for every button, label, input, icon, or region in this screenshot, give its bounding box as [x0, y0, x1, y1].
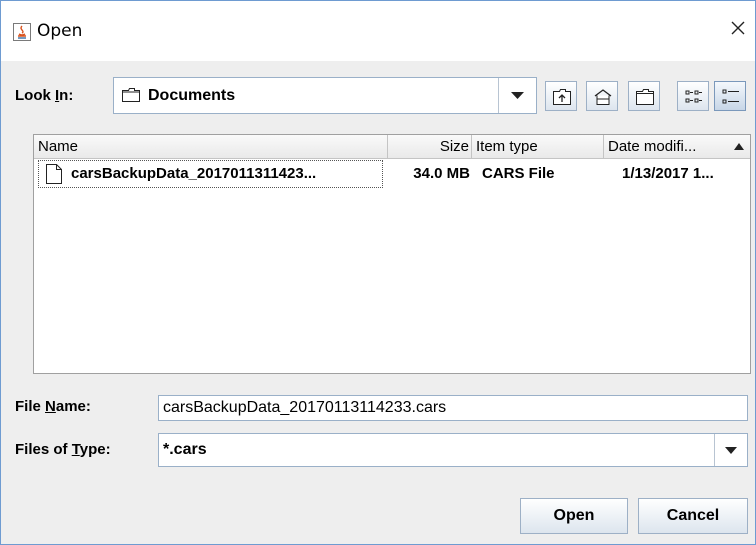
file-name-cell[interactable]: carsBackupData_2017011311423...: [38, 160, 383, 188]
up-one-level-button[interactable]: [545, 81, 577, 111]
files-of-type-label: Files of Type:: [15, 441, 111, 458]
up-one-level-icon: [553, 89, 571, 105]
sort-ascending-icon: [734, 143, 744, 150]
open-dialog: Open Look In: Documents Name Size Item t…: [0, 0, 756, 545]
chevron-down-icon: [725, 447, 737, 454]
list-view-icon: [685, 90, 702, 103]
list-view-button[interactable]: [677, 81, 709, 111]
column-header-item-type[interactable]: Item type: [472, 135, 604, 159]
file-date-cell: 1/13/2017 1...: [622, 165, 714, 182]
file-name-label: File Name:: [15, 398, 91, 415]
java-icon: [13, 23, 31, 41]
open-button[interactable]: Open: [520, 498, 628, 534]
column-header-date-modified[interactable]: Date modifi...: [604, 135, 750, 159]
home-button[interactable]: [586, 81, 618, 111]
new-folder-icon: [636, 89, 654, 105]
chevron-down-icon: [511, 92, 524, 99]
close-icon[interactable]: [727, 17, 749, 39]
cancel-button[interactable]: Cancel: [638, 498, 748, 534]
table-row[interactable]: carsBackupData_2017011311423... 34.0 MB …: [34, 159, 750, 189]
look-in-value: Documents: [148, 87, 236, 104]
file-list[interactable]: Name Size Item type Date modifi... carsB…: [33, 134, 751, 374]
file-type-cell: CARS File: [482, 165, 555, 182]
details-view-button[interactable]: [714, 81, 746, 111]
column-header-name[interactable]: Name: [34, 135, 388, 159]
new-folder-button[interactable]: [628, 81, 660, 111]
window-title: Open: [37, 21, 83, 41]
files-of-type-dropdown-button[interactable]: [714, 434, 747, 466]
files-of-type-combobox[interactable]: *.cars: [158, 433, 748, 467]
file-name-field[interactable]: carsBackupData_20170113114233.cars: [158, 395, 748, 421]
home-icon: [594, 89, 612, 105]
look-in-combobox[interactable]: Documents: [113, 77, 537, 114]
file-size-cell: 34.0 MB: [413, 165, 470, 182]
look-in-label: Look In:: [15, 87, 74, 104]
details-view-icon: [722, 89, 739, 104]
file-icon: [46, 164, 62, 184]
look-in-dropdown-button[interactable]: [498, 78, 536, 113]
title-bar: Open: [1, 1, 755, 61]
column-header-size[interactable]: Size: [388, 135, 472, 159]
folder-icon: [122, 88, 140, 102]
